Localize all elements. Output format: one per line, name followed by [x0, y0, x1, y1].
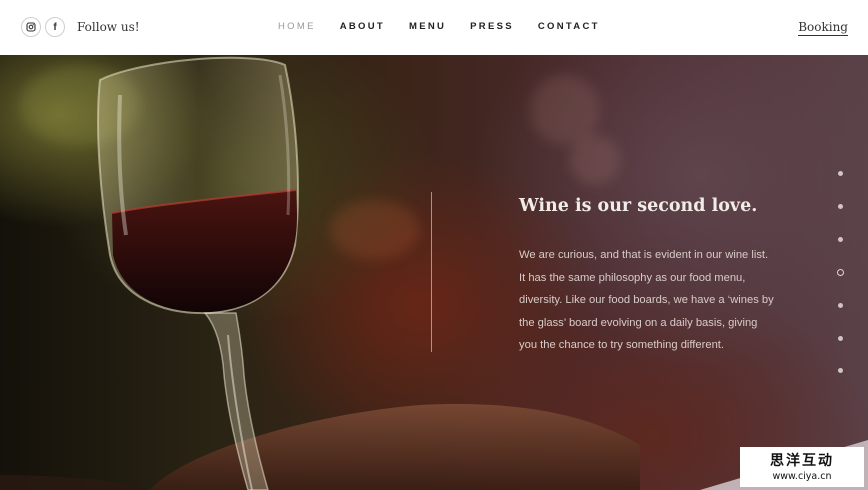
nav-home[interactable]: HOME [278, 21, 316, 32]
hero-paragraph: We are curious, and that is evident in o… [519, 244, 799, 357]
watermark-text: 思洋互动 [770, 453, 834, 469]
paragraph-line: diversity. Like our food boards, we have… [519, 294, 774, 307]
slide-dot[interactable] [838, 171, 843, 176]
nav-about[interactable]: ABOUT [340, 21, 385, 32]
paragraph-line: you the chance to try something differen… [519, 339, 725, 352]
slide-dot[interactable] [838, 336, 843, 341]
instagram-icon [26, 22, 36, 32]
slide-dot[interactable] [838, 237, 843, 242]
slide-dot[interactable] [838, 303, 843, 308]
paragraph-line: It has the same philosophy as our food m… [519, 271, 746, 284]
slide-dot-active[interactable] [837, 269, 844, 276]
vertical-divider [431, 192, 432, 352]
social-links: f [21, 17, 65, 37]
hero-heading: Wine is our second love. [519, 196, 758, 216]
main-nav: HOME ABOUT MENU PRESS CONTACT [278, 21, 624, 32]
instagram-button[interactable] [21, 17, 41, 37]
nav-menu[interactable]: MENU [409, 21, 446, 32]
facebook-button[interactable]: f [45, 17, 65, 37]
facebook-icon: f [53, 21, 57, 33]
paragraph-line: We are curious, and that is evident in o… [519, 249, 769, 261]
paragraph-line: the glass’ board evolving on a daily bas… [519, 316, 758, 329]
booking-link[interactable]: Booking [798, 20, 848, 36]
watermark: 思洋互动 www.ciya.cn [740, 447, 864, 487]
hero-section: Wine is our second love. We are curious,… [0, 55, 868, 490]
watermark-url: www.ciya.cn [772, 471, 832, 482]
follow-us-label: Follow us! [77, 20, 140, 34]
slide-dot[interactable] [838, 204, 843, 209]
nav-contact[interactable]: CONTACT [538, 21, 600, 32]
nav-press[interactable]: PRESS [470, 21, 514, 32]
site-header: f Follow us! HOME ABOUT MENU PRESS CONTA… [0, 0, 868, 55]
slide-dot[interactable] [838, 368, 843, 373]
